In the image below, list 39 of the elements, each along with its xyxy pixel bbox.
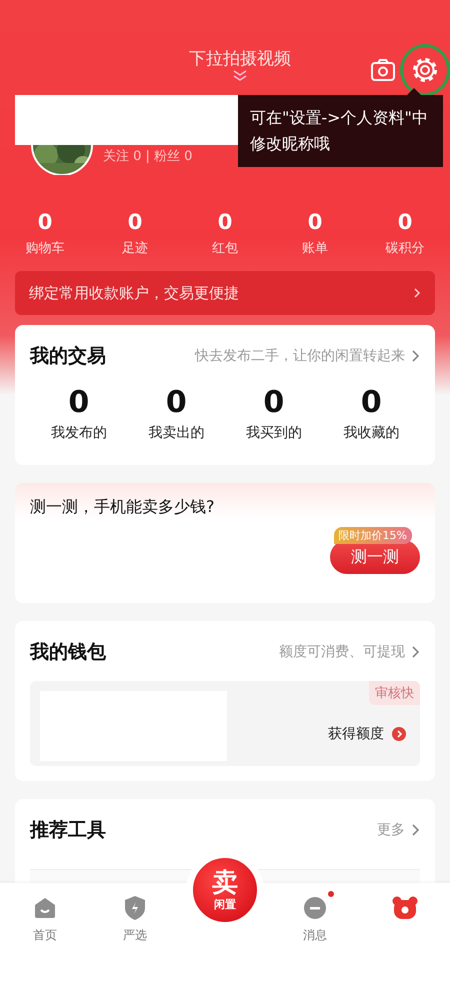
section-link[interactable]: 额度可消费、可提现 bbox=[279, 643, 420, 661]
chevron-right-icon bbox=[411, 823, 420, 837]
chevron-right-icon bbox=[413, 287, 421, 299]
tab-item[interactable]: 首页 bbox=[0, 883, 90, 944]
shield-icon bbox=[124, 895, 146, 921]
settings-icon[interactable] bbox=[412, 57, 438, 83]
stat-item[interactable]: 0 账单 bbox=[270, 209, 360, 257]
bind-account-banner[interactable]: 绑定常用收款账户，交易更便捷 bbox=[15, 271, 435, 315]
promo-badge: 限时加价15% bbox=[334, 527, 412, 544]
tab-item[interactable]: 严选 bbox=[90, 883, 180, 944]
status-tag: 审核快 bbox=[369, 681, 420, 705]
tab-item[interactable]: 消息 bbox=[270, 883, 360, 944]
trade-stat[interactable]: 0 我买到的 bbox=[225, 385, 322, 442]
stat-item[interactable]: 0 红包 bbox=[180, 209, 270, 257]
camera-icon[interactable] bbox=[370, 58, 396, 82]
section-title: 推荐工具 bbox=[30, 818, 106, 843]
arrow-circle-icon bbox=[392, 727, 406, 741]
tooltip-text: 可在"设置->个人资料"中修改昵称哦 bbox=[250, 107, 429, 155]
message-icon bbox=[303, 896, 327, 920]
estimate-button[interactable]: 测一测 bbox=[330, 540, 420, 574]
stat-item[interactable]: 0 足迹 bbox=[90, 209, 180, 257]
follow-stats: 关注 0 | 粉丝 0 bbox=[103, 148, 192, 165]
trade-stat[interactable]: 0 我收藏的 bbox=[322, 385, 420, 442]
pull-hint: 下拉拍摄视频 bbox=[189, 48, 291, 70]
section-link[interactable]: 更多 bbox=[377, 821, 420, 839]
chevron-right-icon bbox=[411, 645, 420, 659]
trade-stat[interactable]: 0 我发布的 bbox=[30, 385, 128, 442]
section-link[interactable]: 快去发布二手，让你的闲置转起来 bbox=[195, 347, 420, 365]
stat-item[interactable]: 0 碳积分 bbox=[360, 209, 450, 257]
section-title: 我的钱包 bbox=[30, 640, 106, 665]
chevron-right-icon bbox=[411, 349, 420, 363]
stat-item[interactable]: 0 购物车 bbox=[0, 209, 90, 257]
section-title: 我的交易 bbox=[30, 344, 106, 369]
double-chevron-icon bbox=[232, 70, 248, 82]
home-icon bbox=[33, 896, 57, 920]
get-credit-link[interactable]: 获得额度 bbox=[328, 725, 406, 743]
section-title: 测一测，手机能卖多少钱? bbox=[30, 497, 216, 518]
trade-stat[interactable]: 0 我卖出的 bbox=[128, 385, 225, 442]
bear-icon bbox=[392, 896, 418, 920]
